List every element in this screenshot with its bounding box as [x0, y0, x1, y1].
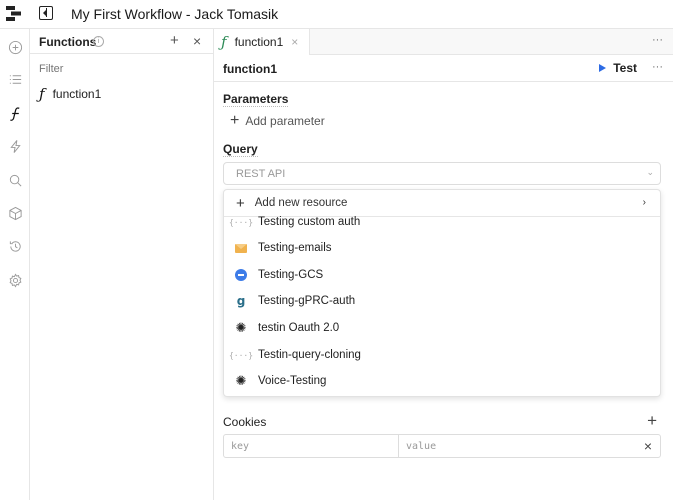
add-cookie-button[interactable]: + [647, 411, 657, 431]
resource-select-value: REST API [236, 167, 286, 180]
resource-item[interactable]: {···} Testin-query-cloning [224, 342, 660, 368]
app-title: My First Workflow - Jack Tomasik [71, 6, 279, 22]
icon-rail [0, 29, 30, 500]
cookie-value-input[interactable]: value [399, 435, 660, 457]
close-panel-button[interactable]: × [193, 33, 201, 49]
grpc-icon: g [236, 294, 246, 308]
tab-bar: ƒ function1 × ··· [214, 29, 673, 55]
cookie-row: key value × [223, 434, 661, 458]
test-button[interactable]: Test [599, 61, 637, 75]
filter-input[interactable] [39, 63, 199, 75]
resource-item[interactable]: g Testing-gPRC-auth [224, 288, 660, 314]
resource-item-label: Testing-emails [258, 242, 332, 254]
add-function-button[interactable]: + [170, 32, 179, 49]
custom-auth-icon: {···} [228, 350, 254, 360]
resource-item-label: Testing-GCS [258, 269, 324, 281]
top-bar: My First Workflow - Jack Tomasik [0, 0, 673, 29]
functions-panel-header: Functions i + × [30, 29, 213, 54]
list-icon[interactable] [5, 69, 25, 89]
retool-logo-icon[interactable] [5, 5, 22, 22]
more-options-icon[interactable]: ··· [652, 34, 663, 46]
resource-item[interactable]: {···} Testing custom auth [224, 209, 660, 235]
query-header: function1 Test ··· [214, 55, 673, 82]
lightning-icon[interactable] [5, 136, 25, 156]
cookies-label: Cookies [223, 415, 267, 429]
custom-auth-icon: {···} [228, 217, 254, 227]
chevron-right-icon: › [642, 197, 646, 208]
resource-item[interactable]: Testing-GCS [224, 262, 660, 288]
plus-icon: + [230, 112, 240, 129]
more-options-icon[interactable]: ··· [652, 61, 663, 73]
history-icon[interactable] [5, 236, 25, 256]
parameters-label: Parameters [223, 92, 289, 107]
resource-item-label: Testing-gPRC-auth [258, 295, 356, 307]
add-circle-icon[interactable] [5, 37, 25, 57]
openai-icon: ✺ [235, 320, 247, 335]
info-icon[interactable]: i [93, 36, 104, 47]
gear-icon[interactable] [5, 270, 25, 290]
cube-icon[interactable] [5, 203, 25, 223]
email-icon [235, 243, 247, 253]
test-button-label: Test [613, 61, 637, 75]
tab-label: function1 [234, 35, 284, 49]
add-parameter-button[interactable]: + Add parameter [230, 113, 325, 129]
functions-panel-title: Functions [39, 35, 97, 49]
resource-item-label: Testing custom auth [258, 216, 361, 228]
function-icon: ƒ [221, 33, 227, 51]
resource-item-label: testin Oauth 2.0 [258, 322, 340, 334]
search-icon[interactable] [5, 170, 25, 190]
function-icon: ƒ [39, 85, 45, 103]
panel-toggle-icon[interactable] [39, 6, 53, 20]
query-label: Query [223, 142, 258, 157]
resource-item[interactable]: Testing-emails [224, 235, 660, 261]
function-list-item-label: function1 [52, 87, 102, 101]
close-tab-icon[interactable]: × [291, 35, 298, 49]
functions-panel: Functions i + × ƒ function1 [30, 29, 214, 500]
gcs-icon [235, 269, 247, 281]
resource-item[interactable]: ✺ Voice-Testing [224, 368, 660, 394]
resource-dropdown-menu: + Add new resource › {···} Testing custo… [223, 189, 661, 397]
openai-icon: ✺ [235, 373, 247, 388]
editor-area: ƒ function1 × ··· function1 Test ··· Par… [214, 29, 673, 500]
add-parameter-label: Add parameter [245, 114, 325, 128]
play-icon [599, 64, 607, 72]
function-list-item[interactable]: ƒ function1 [39, 85, 101, 103]
cookie-key-input[interactable]: key [224, 435, 399, 457]
tab-function1[interactable]: ƒ function1 × [214, 29, 310, 55]
chevron-down-icon: ⌄ [646, 167, 654, 177]
query-name[interactable]: function1 [223, 62, 277, 76]
resource-item[interactable]: ✺ testin Oauth 2.0 [224, 315, 660, 341]
add-new-resource-label: Add new resource [254, 197, 348, 209]
resource-select[interactable]: REST API ⌄ [223, 162, 661, 185]
function-icon[interactable] [5, 103, 25, 123]
resource-item-label: Testin-query-cloning [258, 349, 361, 361]
resource-item-label: Voice-Testing [258, 375, 327, 387]
delete-cookie-icon[interactable]: × [644, 438, 652, 454]
